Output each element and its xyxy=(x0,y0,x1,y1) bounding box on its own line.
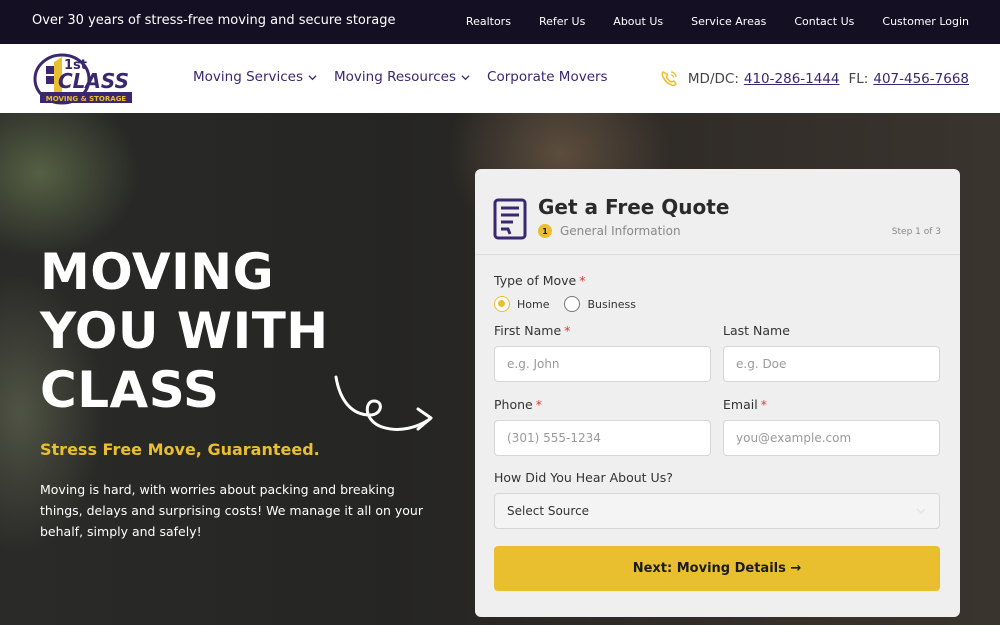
required-mark: * xyxy=(564,323,571,338)
type-of-move-label-text: Type of Move xyxy=(494,273,577,288)
step-number-badge: 1 xyxy=(538,224,552,238)
top-bar: Over 30 years of stress-free moving and … xyxy=(0,0,1000,44)
chevron-down-icon xyxy=(308,74,317,80)
quote-form-header: Get a Free Quote 1 General Information S… xyxy=(475,169,960,255)
logo-main-text: CLASS xyxy=(58,69,129,93)
hero-section: MOVING YOU WITH CLASS Stress Free Move, … xyxy=(0,113,1000,625)
first-name-input[interactable] xyxy=(494,346,711,382)
phone-fl-link[interactable]: 407-456-7668 xyxy=(873,71,969,87)
radio-business[interactable] xyxy=(564,296,581,312)
nav-corporate-movers-label: Corporate Movers xyxy=(487,69,608,85)
link-customer-login[interactable]: Customer Login xyxy=(882,15,969,28)
source-select[interactable]: Select Source xyxy=(494,493,940,529)
phone-fl-label: FL: xyxy=(848,71,869,87)
step-indicator: 1 General Information xyxy=(538,224,681,238)
nav-moving-services-label: Moving Services xyxy=(193,69,303,85)
nav-moving-resources[interactable]: Moving Resources xyxy=(334,69,470,85)
hero-title-line: CLASS xyxy=(40,361,220,419)
link-about-us[interactable]: About Us xyxy=(613,15,663,28)
hero-subtitle: Stress Free Move, Guaranteed. xyxy=(40,440,320,459)
utility-nav: Realtors Refer Us About Us Service Areas… xyxy=(466,15,1000,28)
quote-form-title: Get a Free Quote xyxy=(538,195,730,219)
swirl-arrow-icon xyxy=(334,375,433,431)
phone-md-label: MD/DC: xyxy=(687,71,739,87)
required-mark: * xyxy=(579,273,586,288)
next-moving-details-button[interactable]: Next: Moving Details → xyxy=(494,546,940,591)
last-name-label: Last Name xyxy=(723,323,790,338)
radio-home[interactable] xyxy=(494,296,510,312)
link-contact-us[interactable]: Contact Us xyxy=(794,15,854,28)
document-icon xyxy=(493,198,527,240)
email-label-text: Email xyxy=(723,397,758,412)
quote-form: Get a Free Quote 1 General Information S… xyxy=(475,169,960,617)
last-name-input[interactable] xyxy=(723,346,940,382)
link-service-areas[interactable]: Service Areas xyxy=(691,15,766,28)
required-mark: * xyxy=(535,397,542,412)
phone-input[interactable] xyxy=(494,420,711,456)
nav-moving-resources-label: Moving Resources xyxy=(334,69,457,85)
type-of-move-label: Type of Move * xyxy=(494,273,585,288)
chevron-down-icon xyxy=(916,508,926,515)
company-logo[interactable]: 1st CLASS MOVING & STORAGE xyxy=(32,52,136,106)
phone-label-text: Phone xyxy=(494,397,533,412)
step-name: General Information xyxy=(560,224,681,238)
email-label: Email * xyxy=(723,397,767,412)
phone-numbers: MD/DC: 410-286-1444 FL: 407-456-7668 xyxy=(659,69,969,89)
move-type-radio-group: Home Business xyxy=(494,296,651,312)
step-count: Step 1 of 3 xyxy=(891,227,941,237)
hero-title: MOVING YOU WITH CLASS xyxy=(40,243,329,420)
source-select-value: Select Source xyxy=(507,504,590,518)
hero-title-line: YOU WITH xyxy=(40,302,329,360)
phone-icon xyxy=(661,71,677,87)
main-header: 1st CLASS MOVING & STORAGE Moving Servic… xyxy=(0,44,1000,113)
first-name-label: First Name * xyxy=(494,323,570,338)
first-name-label-text: First Name xyxy=(494,323,562,338)
main-nav: Moving Services Moving Resources Corpora… xyxy=(193,69,625,85)
chevron-down-icon xyxy=(461,74,470,80)
email-input[interactable] xyxy=(723,420,940,456)
nav-corporate-movers[interactable]: Corporate Movers xyxy=(487,69,608,85)
required-mark: * xyxy=(760,397,767,412)
link-refer-us[interactable]: Refer Us xyxy=(539,15,585,28)
source-label: How Did You Hear About Us? xyxy=(494,470,673,485)
radio-business-label[interactable]: Business xyxy=(587,298,636,311)
hero-description: Moving is hard, with worries about packi… xyxy=(40,482,423,539)
phone-md-link[interactable]: 410-286-1444 xyxy=(744,71,840,87)
hero-title-line: MOVING xyxy=(40,243,275,301)
phone-label: Phone * xyxy=(494,397,542,412)
logo-sub-text: MOVING & STORAGE xyxy=(46,95,127,103)
link-realtors[interactable]: Realtors xyxy=(466,15,511,28)
nav-moving-services[interactable]: Moving Services xyxy=(193,69,317,85)
tagline: Over 30 years of stress-free moving and … xyxy=(32,13,396,28)
radio-home-label[interactable]: Home xyxy=(517,298,549,311)
